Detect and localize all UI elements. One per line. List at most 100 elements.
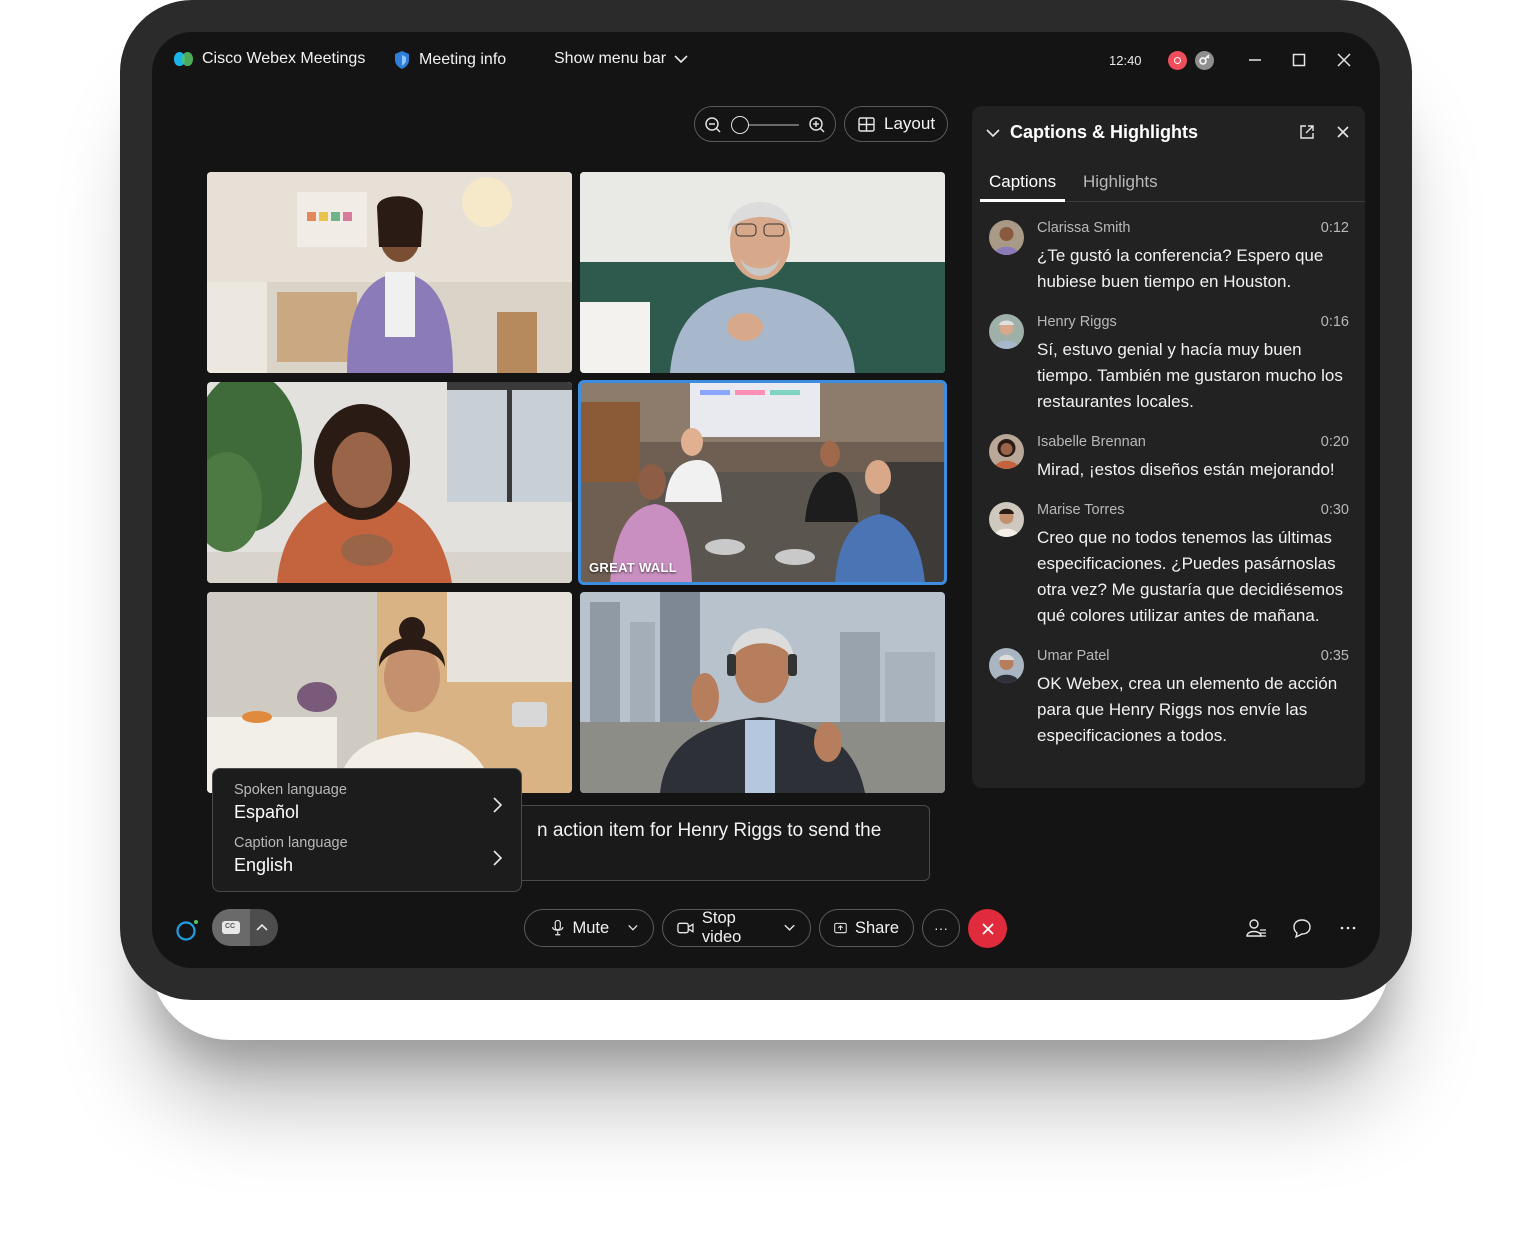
cc-icon [222,921,240,934]
pop-out-icon[interactable] [1299,124,1315,140]
speaker-name: Clarissa Smith [1037,220,1131,236]
video-tile-participant-5[interactable] [207,592,572,793]
mute-label: Mute [572,918,610,937]
avatar [989,314,1024,349]
meeting-info-button[interactable]: Meeting info [393,50,506,70]
share-button[interactable]: Share [819,909,914,947]
chevron-up-icon[interactable] [252,918,272,938]
caption-timestamp: 0:16 [1320,314,1349,330]
speaker-name: Umar Patel [1037,648,1110,664]
microphone-icon [552,919,564,936]
live-caption-bar: n action item for Henry Riggs to send th… [504,805,930,881]
video-tile-participant-6[interactable] [580,592,945,793]
participant-video [207,382,572,583]
panel-title: Captions & Highlights [1010,122,1198,142]
panel-tabs: Captions Highlights [980,168,1365,202]
camera-icon [677,922,694,934]
spoken-language-item[interactable]: Spoken language Español [234,782,504,828]
app-name: Cisco Webex Meetings [202,50,366,67]
spoken-language-value: Español [234,802,300,822]
close-panel-icon[interactable] [1335,124,1351,140]
caption-language-menu: Spoken language Español Caption language… [212,768,522,892]
recording-icon[interactable] [1168,51,1187,70]
speaker-name: Henry Riggs [1037,314,1117,330]
caption-language-item[interactable]: Caption language English [234,835,504,881]
app-title: Cisco Webex Meetings [174,50,365,68]
video-tile-participant-3[interactable] [207,382,572,583]
chevron-down-icon [674,55,688,64]
chevron-right-icon [493,850,503,866]
show-menu-bar-label: Show menu bar [554,50,667,67]
zoom-handle[interactable] [731,116,749,134]
show-menu-bar-button[interactable]: Show menu bar [554,50,688,68]
caption-language-label: Caption language [234,835,348,851]
tile-label: GREAT WALL [589,560,677,575]
lock-icon[interactable] [1195,51,1214,70]
chevron-down-icon[interactable] [986,128,1000,138]
participants-icon[interactable] [1245,917,1267,939]
chevron-right-icon [493,797,503,813]
caption-timestamp: 0:30 [1320,502,1349,518]
webex-assistant-icon[interactable] [174,916,202,944]
caption-text: Sí, estuvo genial y hacía muy buen tiemp… [1037,340,1343,411]
caption-text: ¿Te gustó la conferencia? Espero que hub… [1037,246,1324,291]
zoom-in-icon[interactable] [808,116,826,134]
more-options-button[interactable]: ··· [922,909,960,947]
tab-captions[interactable]: Captions [980,172,1066,202]
video-tile-participant-1[interactable] [207,172,572,373]
closed-captions-button[interactable] [212,909,250,946]
caption-text: Mirad, ¡estos diseños están mejorando! [1037,460,1335,479]
chevron-down-icon[interactable] [783,923,796,933]
layout-button[interactable]: Layout [844,106,948,142]
webex-logo-icon [174,51,194,67]
more-icon[interactable] [1337,917,1359,939]
shield-icon [395,51,409,69]
caption-timestamp: 0:20 [1320,434,1349,450]
clock-time: 12:40 [1109,53,1142,68]
video-tile-great-wall[interactable]: GREAT WALL [578,380,947,585]
stop-video-label: Stop video [701,909,742,946]
caption-text: OK Webex, crea un elemento de acción par… [1037,674,1338,745]
avatar [989,220,1024,255]
avatar [989,502,1024,537]
participant-video [580,592,945,793]
close-icon [981,922,994,935]
webex-window: Cisco Webex Meetings Meeting info Show m… [152,32,1380,968]
speaker-name: Isabelle Brennan [1037,434,1146,450]
chat-icon[interactable] [1291,917,1313,939]
panel-actions [1299,124,1351,140]
more-options-label: ··· [934,920,948,936]
tab-highlights[interactable]: Highlights [1074,172,1167,202]
layout-label: Layout [884,114,936,133]
caption-timestamp: 0:12 [1320,220,1349,236]
participant-video [207,592,572,793]
caption-timestamp: 0:35 [1320,648,1349,664]
stop-video-button[interactable]: Stop video [662,909,811,947]
room-video [580,382,945,583]
panel-header[interactable]: Captions & Highlights [986,122,1198,143]
close-window-icon[interactable] [1334,50,1354,70]
caption-text: Creo que no todos tenemos las últimas es… [1037,528,1344,625]
avatar [989,434,1024,469]
caption-language-value: English [234,855,294,875]
maximize-icon[interactable] [1289,50,1309,70]
closed-captions-control[interactable] [212,909,278,946]
share-screen-icon [834,922,847,934]
meeting-info-label: Meeting info [419,51,507,68]
live-caption-text: n action item for Henry Riggs to send th… [537,820,882,841]
leave-meeting-button[interactable] [968,909,1007,948]
participant-video [580,172,945,373]
spoken-language-label: Spoken language [234,782,347,798]
zoom-slider[interactable] [694,106,836,142]
chevron-down-icon[interactable] [627,923,639,933]
mute-button[interactable]: Mute [524,909,654,947]
title-bar: Cisco Webex Meetings Meeting info Show m… [152,32,1380,92]
video-tile-participant-2[interactable] [580,172,945,373]
participant-video [207,172,572,373]
avatar [989,648,1024,683]
grid-layout-icon [858,116,875,132]
speaker-name: Marise Torres [1037,502,1125,518]
zoom-out-icon[interactable] [704,116,722,134]
minimize-icon[interactable] [1245,50,1265,70]
share-label: Share [854,918,899,937]
